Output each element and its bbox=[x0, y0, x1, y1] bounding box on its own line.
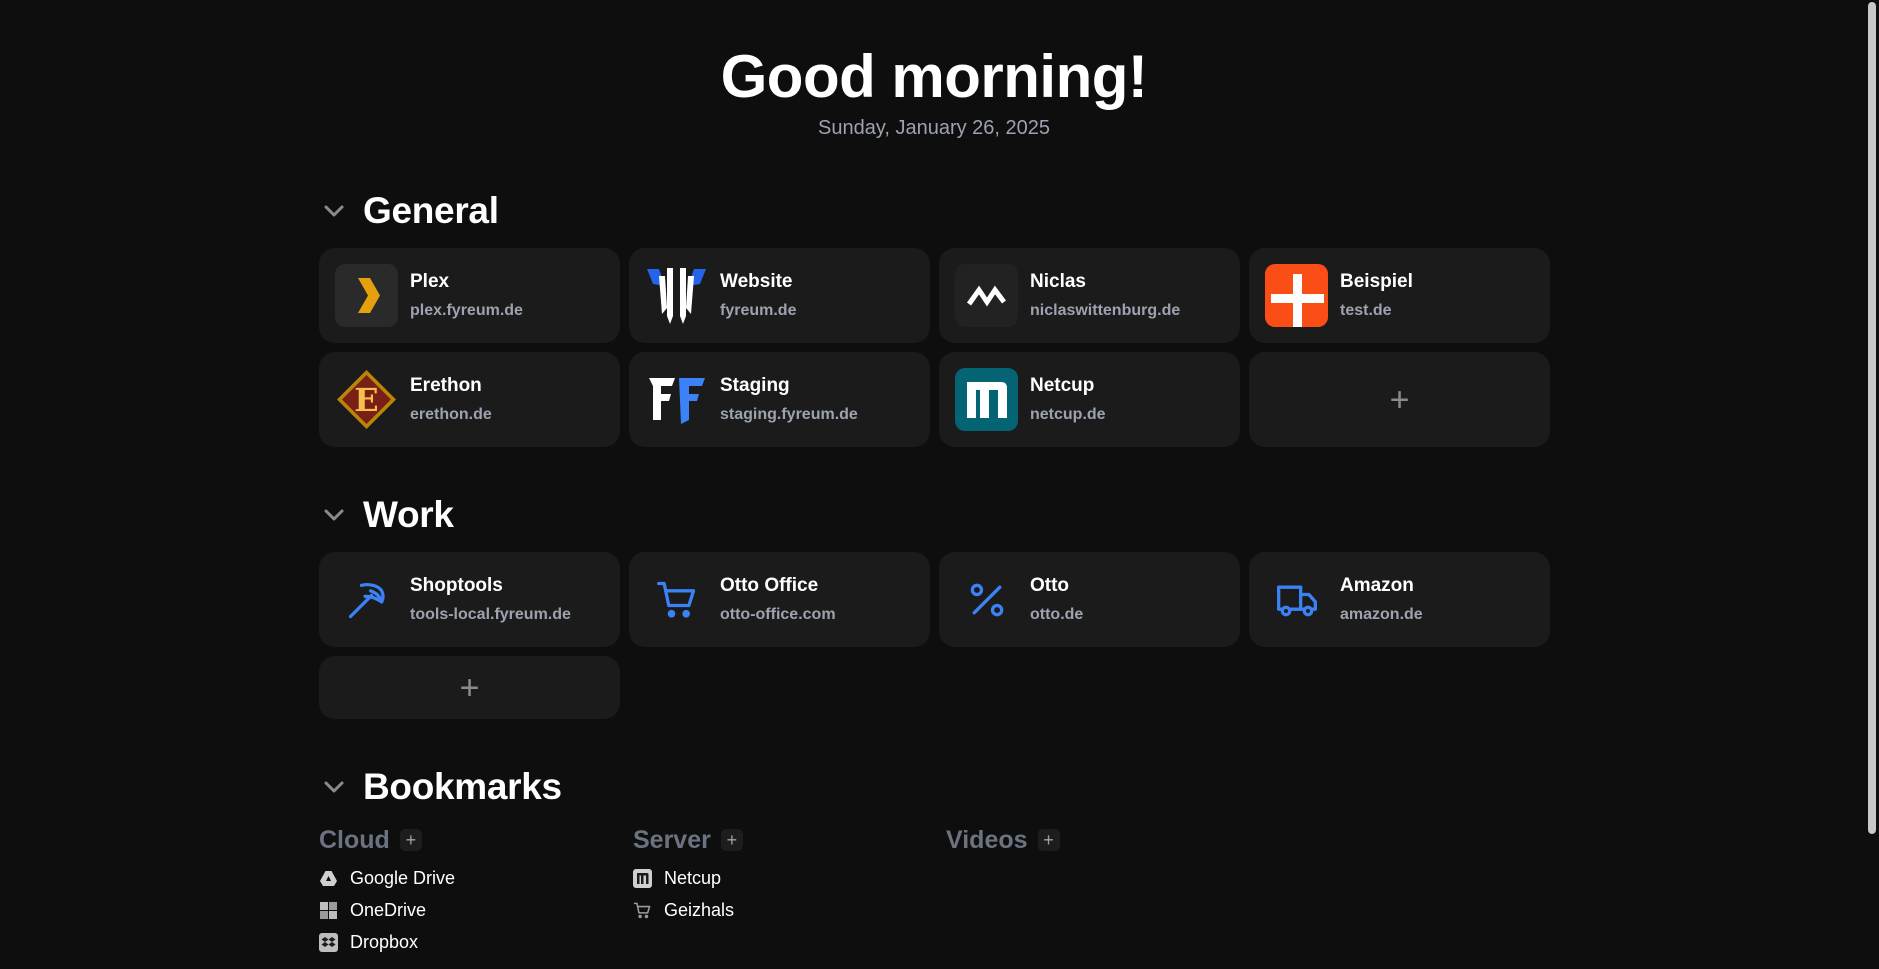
app-card-erethon[interactable]: E Erethon erethon.de bbox=[319, 352, 620, 447]
plex-icon bbox=[335, 264, 398, 327]
app-card-website[interactable]: Website fyreum.de bbox=[629, 248, 930, 343]
card-title: Staging bbox=[720, 375, 790, 396]
beispiel-logo-icon bbox=[1265, 264, 1328, 327]
app-card-amazon[interactable]: Amazon amazon.de bbox=[1249, 552, 1550, 647]
bookmark-label: Netcup bbox=[664, 867, 722, 888]
bookmark-group-title: Videos bbox=[946, 825, 1028, 854]
bookmark-link[interactable]: OneDrive bbox=[319, 894, 619, 926]
section-title: Bookmarks bbox=[363, 766, 562, 807]
chevron-down-icon[interactable] bbox=[319, 196, 349, 226]
app-card-plex[interactable]: Plex plex.fyreum.de bbox=[319, 248, 620, 343]
card-url: staging.fyreum.de bbox=[720, 406, 858, 423]
plus-icon: + bbox=[1389, 380, 1410, 419]
cart-icon bbox=[633, 901, 652, 920]
card-title: Otto bbox=[1030, 575, 1070, 596]
bookmark-group-server: Server + Netcup Geizhals bbox=[633, 824, 933, 926]
bookmark-group-videos: Videos + bbox=[946, 824, 1246, 856]
section-title: General bbox=[363, 190, 499, 231]
fyreum-shield-icon bbox=[645, 264, 708, 327]
bookmark-label: Geizhals bbox=[664, 899, 735, 920]
startpage: Good morning! Sunday, January 26, 2025 G… bbox=[0, 0, 1865, 969]
shopping-cart-icon bbox=[645, 568, 708, 631]
svg-text:E: E bbox=[354, 381, 378, 419]
current-date: Sunday, January 26, 2025 bbox=[817, 117, 1051, 139]
app-card-niclas[interactable]: Niclas niclaswittenburg.de bbox=[939, 248, 1240, 343]
fyreum-staging-icon bbox=[645, 368, 708, 431]
card-url: niclaswittenburg.de bbox=[1030, 302, 1181, 319]
card-title: Amazon bbox=[1340, 575, 1414, 596]
card-url: erethon.de bbox=[410, 406, 492, 423]
bookmark-link[interactable]: Dropbox bbox=[319, 926, 619, 958]
card-url: fyreum.de bbox=[720, 302, 797, 319]
app-card-otto-office[interactable]: Otto Office otto-office.com bbox=[629, 552, 930, 647]
card-url: netcup.de bbox=[1030, 406, 1106, 423]
plus-icon: + bbox=[459, 668, 480, 707]
add-card-button[interactable]: + bbox=[319, 656, 620, 719]
chevron-down-icon[interactable] bbox=[319, 772, 349, 802]
section-header-bookmarks: Bookmarks bbox=[319, 763, 562, 811]
bookmark-group-title: Server bbox=[633, 825, 711, 854]
general-card-grid: Plex plex.fyreum.de Website fyreum.de Ni… bbox=[319, 248, 1551, 447]
scrollbar[interactable] bbox=[1865, 0, 1879, 969]
niclas-logo-icon bbox=[955, 264, 1018, 327]
app-card-otto[interactable]: Otto otto.de bbox=[939, 552, 1240, 647]
card-title: Netcup bbox=[1030, 375, 1095, 396]
card-url: otto.de bbox=[1030, 606, 1084, 623]
add-card-button[interactable]: + bbox=[1249, 352, 1550, 447]
erethon-emblem-icon: E bbox=[335, 368, 398, 431]
app-card-netcup[interactable]: Netcup netcup.de bbox=[939, 352, 1240, 447]
app-card-beispiel[interactable]: Beispiel test.de bbox=[1249, 248, 1550, 343]
app-card-shoptools[interactable]: Shoptools tools-local.fyreum.de bbox=[319, 552, 620, 647]
bookmark-group-title: Cloud bbox=[319, 825, 390, 854]
section-title: Work bbox=[363, 494, 454, 535]
card-title: Beispiel bbox=[1340, 271, 1413, 292]
add-bookmark-button[interactable]: + bbox=[720, 829, 743, 851]
scrollbar-thumb[interactable] bbox=[1868, 2, 1876, 834]
card-title: Otto Office bbox=[720, 575, 819, 596]
bookmark-link[interactable]: Netcup bbox=[633, 862, 933, 894]
add-bookmark-button[interactable]: + bbox=[1037, 829, 1060, 851]
card-url: otto-office.com bbox=[720, 606, 836, 623]
netcup-icon bbox=[955, 368, 1018, 431]
work-card-grid: Shoptools tools-local.fyreum.de Otto Off… bbox=[319, 552, 1551, 719]
card-url: plex.fyreum.de bbox=[410, 302, 523, 319]
bookmark-link[interactable]: Google Drive bbox=[319, 862, 619, 894]
netcup-icon bbox=[633, 868, 652, 888]
card-url: amazon.de bbox=[1340, 606, 1423, 623]
add-bookmark-button[interactable]: + bbox=[399, 829, 422, 851]
bookmark-label: Google Drive bbox=[350, 867, 456, 888]
app-card-staging[interactable]: Staging staging.fyreum.de bbox=[629, 352, 930, 447]
percent-icon bbox=[955, 568, 1018, 631]
section-header-general: General bbox=[319, 187, 499, 235]
chevron-down-icon[interactable] bbox=[319, 500, 349, 530]
onedrive-icon bbox=[319, 901, 338, 920]
bookmark-group-cloud: Cloud + Google Drive OneDrive Dropbox bbox=[319, 824, 619, 958]
card-title: Plex bbox=[410, 271, 450, 292]
bookmark-link[interactable]: Geizhals bbox=[633, 894, 933, 926]
card-title: Erethon bbox=[410, 375, 482, 396]
card-title: Niclas bbox=[1030, 271, 1086, 292]
card-title: Shoptools bbox=[410, 575, 503, 596]
pickaxe-icon bbox=[335, 568, 398, 631]
card-title: Website bbox=[720, 271, 793, 292]
google-drive-icon bbox=[319, 869, 338, 888]
card-url: tools-local.fyreum.de bbox=[410, 606, 571, 623]
section-header-work: Work bbox=[319, 491, 454, 539]
bookmark-label: Dropbox bbox=[350, 931, 419, 952]
card-url: test.de bbox=[1340, 302, 1392, 319]
greeting-heading: Good morning! bbox=[720, 43, 1148, 110]
truck-icon bbox=[1265, 568, 1328, 631]
dropbox-icon bbox=[319, 932, 338, 952]
bookmark-label: OneDrive bbox=[350, 899, 427, 920]
